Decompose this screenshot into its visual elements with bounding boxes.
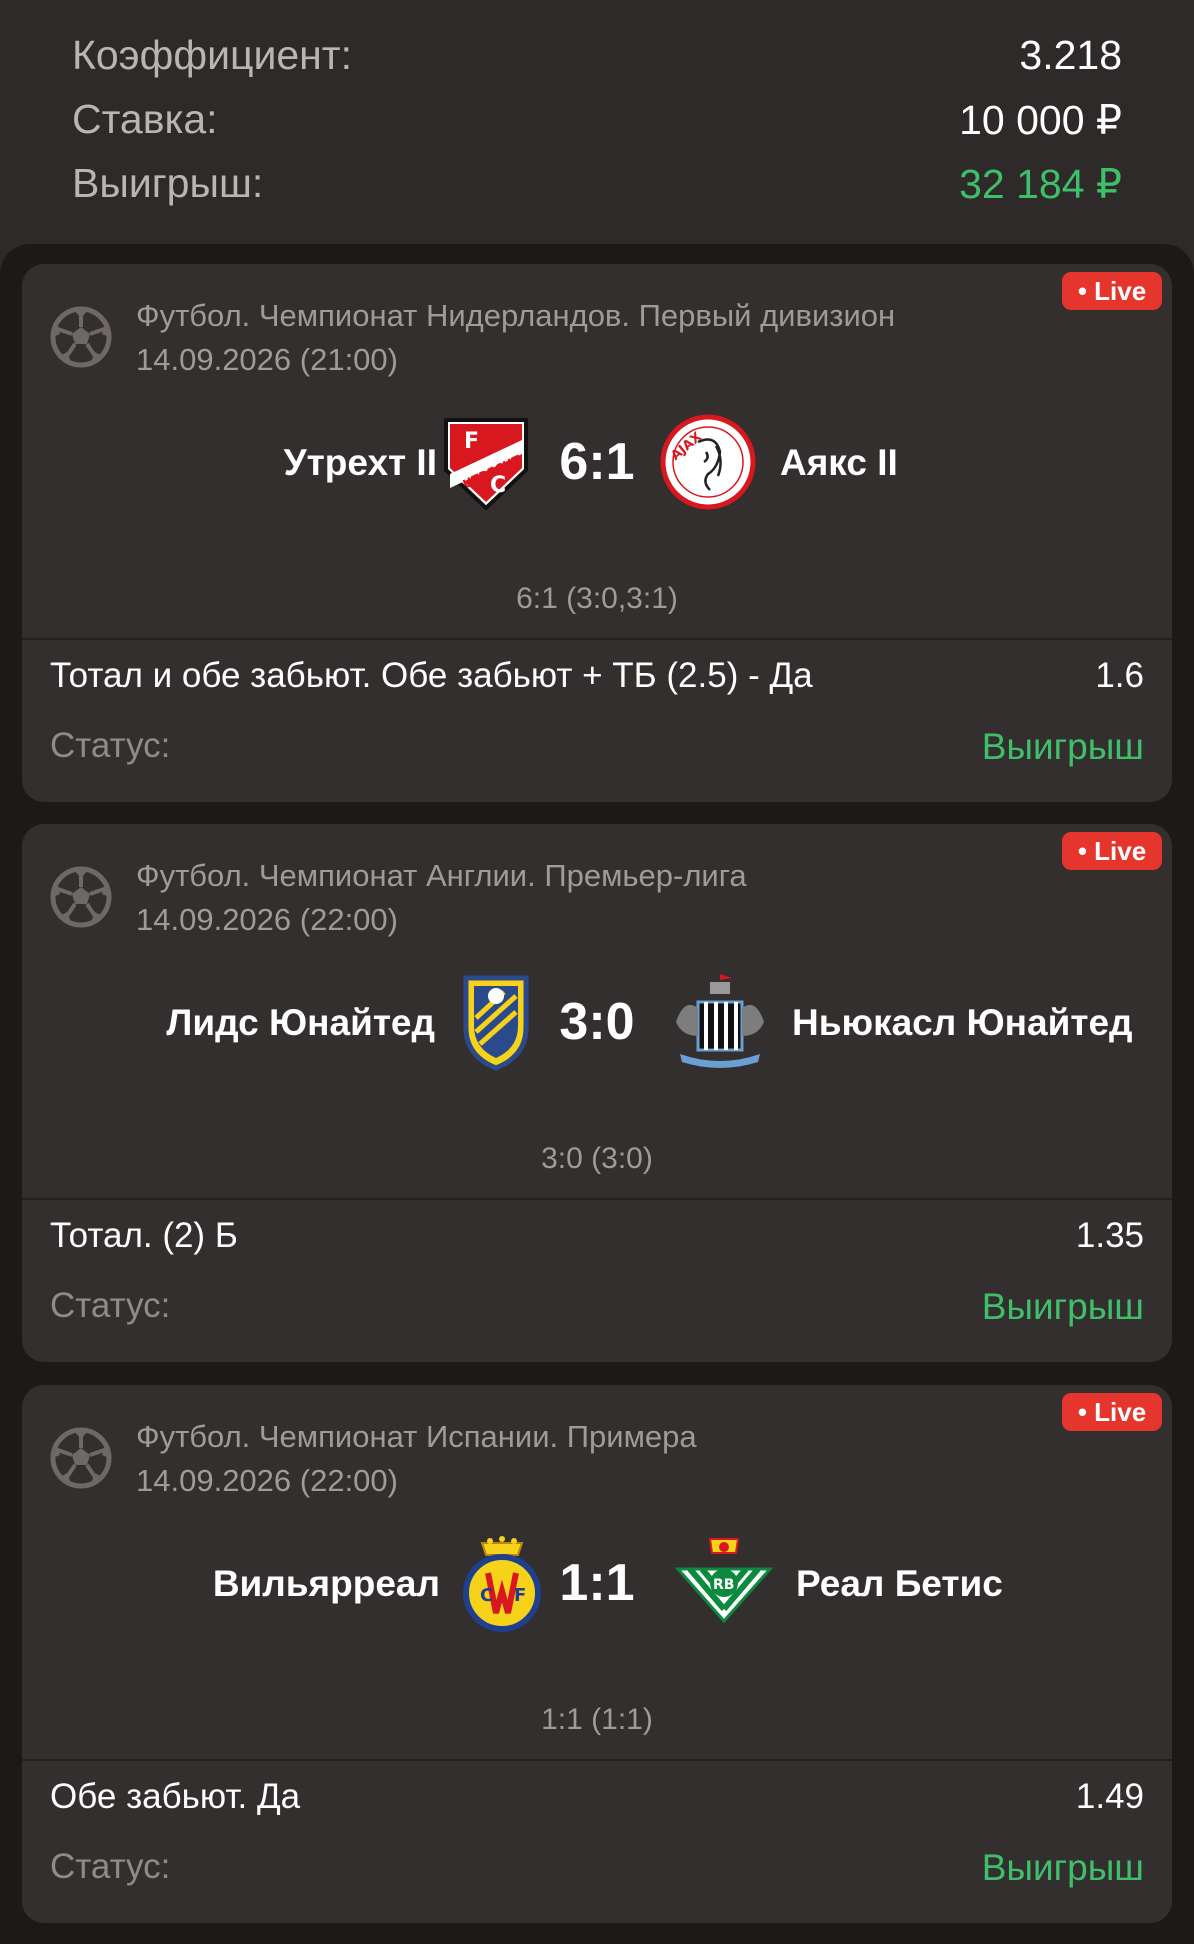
status-value: Выигрыш [981,726,1144,767]
league-name: Футбол. Чемпионат Англии. Премьер-лига [136,858,747,893]
away-team-name: Аякс II [780,442,898,483]
bet-summary: Коэффициент: 3.218 Ставка: 10 000 ₽ Выиг… [0,0,1194,240]
league-name: Футбол. Чемпионат Нидерландов. Первый ди… [136,298,896,333]
winnings-value: 32 184 ₽ [959,161,1122,207]
home-team-name: Лидс Юнайтед [166,1002,435,1043]
live-badge: • Live [1062,832,1162,870]
away-team-name: Ньюкасл Юнайтед [792,1002,1133,1043]
live-badge: • Live [1062,272,1162,310]
bet-odds: 1.49 [1075,1777,1144,1816]
bet-market: Тотал. (2) Б [50,1216,238,1255]
score-detail: 6:1 (3:0,3:1) [516,582,678,615]
soccer-ball-icon [50,306,112,368]
score-detail: 3:0 (3:0) [541,1142,653,1175]
status-label: Статус: [50,1286,171,1325]
status-value: Выигрыш [981,1847,1144,1888]
coefficient-row: Коэффициент: 3.218 [72,32,1122,92]
away-team-name: Реал Бетис [796,1563,1003,1604]
home-team-name: Вильярреал [212,1563,440,1604]
status-label: Статус: [50,726,171,765]
match-score: 1:1 [559,1554,635,1612]
home-team-name: Утрехт II [283,442,437,483]
divider [22,638,1172,640]
league-name: Футбол. Чемпионат Испании. Примера [136,1419,697,1454]
stake-label: Ставка: [72,96,218,142]
match-row: Вильярреал C F 1:1 RB Реал Бетис [22,1533,1172,1633]
bet-market: Тотал и обе забьют. Обе забьют + ТБ (2.5… [50,656,813,695]
newcastle-crest-icon [676,974,764,1068]
match-row: Утрехт II F C UTRECHT 6:1 AJAX Аякс II [22,412,1172,512]
score-detail: 1:1 (1:1) [541,1703,653,1736]
svg-text:RB: RB [713,1577,734,1593]
status-label: Статус: [50,1847,171,1886]
status-value: Выигрыш [981,1286,1144,1327]
betis-crest-icon: RB [674,1538,774,1624]
bet-card[interactable]: • Live Футбол. Чемпионат Нидерландов. Пе… [22,264,1172,802]
soccer-ball-icon [50,866,112,928]
stake-value: 10 000 ₽ [959,97,1122,143]
bet-market: Обе забьют. Да [50,1777,301,1816]
bet-odds: 1.6 [1095,656,1144,695]
soccer-ball-icon [50,1427,112,1489]
ajax-crest-icon: AJAX [660,414,756,510]
divider [22,1198,1172,1200]
winnings-label: Выигрыш: [72,160,264,206]
bet-card[interactable]: • Live Футбол. Чемпионат Англии. Премьер… [22,824,1172,1362]
winnings-row: Выигрыш: 32 184 ₽ [72,160,1122,220]
stake-row: Ставка: 10 000 ₽ [72,96,1122,156]
coefficient-label: Коэффициент: [72,32,352,78]
match-date: 14.09.2026 (21:00) [136,342,398,377]
match-score: 3:0 [559,993,635,1051]
coefficient-value: 3.218 [1019,32,1122,78]
bet-list-sheet: • Live Футбол. Чемпионат Нидерландов. Пе… [0,244,1194,1944]
bet-card[interactable]: • Live Футбол. Чемпионат Испании. Пример… [22,1385,1172,1923]
match-date: 14.09.2026 (22:00) [136,1463,398,1498]
match-date: 14.09.2026 (22:00) [136,902,398,937]
svg-text:F: F [464,429,479,454]
divider [22,1759,1172,1761]
svg-text:C: C [480,1585,493,1606]
match-row: Лидс Юнайтед 3:0 Ньюкасл Юнайтед [22,972,1172,1072]
bet-odds: 1.35 [1075,1216,1144,1255]
live-badge: • Live [1062,1393,1162,1431]
